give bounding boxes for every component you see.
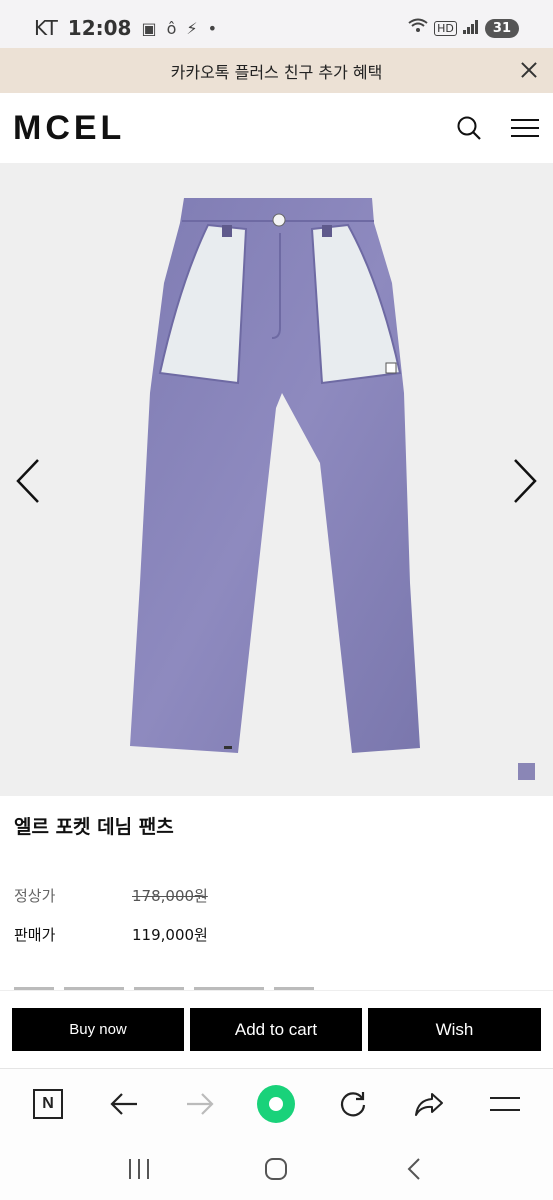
add-to-cart-button[interactable]: Add to cart xyxy=(190,1008,362,1051)
purchase-actions: Buy now Add to cart Wish xyxy=(0,990,553,1068)
browser-toolbar: N xyxy=(0,1068,553,1138)
sale-price-value: 119,000원 xyxy=(132,926,208,944)
green-dot-icon[interactable] xyxy=(256,1084,296,1124)
menu-icon[interactable] xyxy=(485,1084,525,1124)
share-icon[interactable] xyxy=(409,1084,449,1124)
buy-now-button[interactable]: Buy now xyxy=(12,1008,184,1051)
clock: 12:08 xyxy=(67,16,132,40)
screenshot-icon: ▣ xyxy=(141,18,157,38)
close-icon[interactable] xyxy=(519,60,539,80)
product-title: 엘르 포켓 데님 팬츠 xyxy=(14,816,174,838)
status-left: KT 12:08 ▣ ô ⚡ • xyxy=(34,16,217,40)
signal-icon xyxy=(462,19,479,38)
regular-price-row: 정상가 178,000원 xyxy=(14,885,539,906)
back-icon[interactable] xyxy=(394,1149,434,1189)
recents-icon[interactable] xyxy=(119,1149,159,1189)
battery-indicator: 31 xyxy=(484,18,519,38)
cut-off-text-line xyxy=(14,982,334,990)
alert-icon: ô xyxy=(166,18,177,38)
back-icon[interactable] xyxy=(104,1084,144,1124)
home-icon[interactable] xyxy=(256,1149,296,1189)
site-header: MCEL xyxy=(0,93,553,163)
sale-price-row: 판매가 119,000원 xyxy=(14,924,539,945)
status-right: HD 31 xyxy=(408,18,519,38)
network-label: HD xyxy=(434,20,457,36)
android-nav-bar xyxy=(0,1138,553,1200)
flash-icon: ⚡ xyxy=(186,18,198,38)
product-gallery[interactable] xyxy=(0,163,553,796)
reload-icon[interactable] xyxy=(333,1084,373,1124)
logo[interactable]: MCEL xyxy=(13,109,125,148)
promo-banner[interactable]: 카카오톡 플러스 친구 추가 혜택 xyxy=(0,48,553,93)
wish-button[interactable]: Wish xyxy=(368,1008,541,1051)
color-swatch[interactable] xyxy=(518,763,535,780)
naver-icon[interactable]: N xyxy=(28,1084,68,1124)
search-icon[interactable] xyxy=(454,113,484,143)
dot-icon: • xyxy=(207,18,218,38)
next-image-arrow[interactable] xyxy=(505,458,541,504)
menu-icon[interactable] xyxy=(510,113,540,143)
regular-price-value: 178,000원 xyxy=(132,887,208,905)
previous-image-arrow[interactable] xyxy=(12,458,48,504)
promo-text[interactable]: 카카오톡 플러스 친구 추가 혜택 xyxy=(171,59,383,83)
forward-icon[interactable] xyxy=(180,1084,220,1124)
product-image xyxy=(130,198,420,753)
header-icons xyxy=(454,113,540,143)
carrier-label: KT xyxy=(34,16,58,40)
wifi-icon xyxy=(408,18,428,38)
sale-price-label: 판매가 xyxy=(14,926,56,944)
product-info: 엘르 포켓 데님 팬츠 정상가 178,000원 판매가 119,000원 xyxy=(0,796,553,945)
regular-price-label: 정상가 xyxy=(14,887,56,905)
